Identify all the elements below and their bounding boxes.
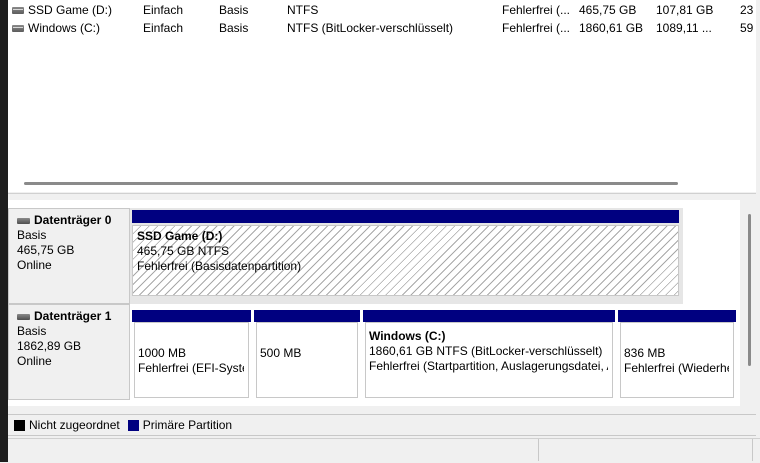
partition-type-bar bbox=[132, 310, 251, 322]
disk-0-partitions: SSD Game (D:) 465,75 GB NTFS Fehlerfrei … bbox=[130, 208, 683, 304]
disk-name: Datenträger 1 bbox=[34, 309, 112, 323]
partition-windows-c[interactable]: Windows (C:) 1860,61 GB NTFS (BitLocker-… bbox=[363, 310, 615, 398]
scrollbar-thumb[interactable] bbox=[24, 182, 678, 185]
disk-map: Datenträger 0 Basis 465,75 GB Online SSD… bbox=[8, 200, 740, 406]
legend-item-primary: Primäre Partition bbox=[127, 418, 233, 432]
volume-status: Fehlerfrei (... bbox=[502, 3, 571, 17]
legend: Nicht zugeordnet Primäre Partition bbox=[8, 414, 756, 436]
partition-size: 500 MB bbox=[260, 346, 302, 360]
partition-type-bar bbox=[363, 310, 615, 322]
partition-body[interactable]: SSD Game (D:) 465,75 GB NTFS Fehlerfrei … bbox=[132, 225, 679, 296]
partition-500mb[interactable]: 500 MB bbox=[254, 310, 360, 398]
partition-efi[interactable]: 1000 MB Fehlerfrei (EFI-Syster bbox=[132, 310, 251, 398]
disk-map-scrollbar[interactable] bbox=[744, 200, 756, 406]
legend-swatch bbox=[127, 419, 139, 431]
partition-title: SSD Game (D:) bbox=[137, 229, 223, 243]
status-bar bbox=[0, 438, 760, 463]
disk-icon bbox=[17, 217, 30, 224]
volume-type: Basis bbox=[219, 21, 249, 35]
partition-status: Fehlerfrei (Wiederhe bbox=[624, 361, 729, 375]
disk-size: 465,75 GB bbox=[17, 243, 75, 257]
disk-state: Online bbox=[17, 258, 52, 272]
partition-title: Windows (C:) bbox=[369, 329, 446, 343]
legend-item-unallocated: Nicht zugeordnet bbox=[14, 418, 120, 432]
pane-divider[interactable] bbox=[8, 193, 756, 194]
disk-size: 1862,89 GB bbox=[17, 339, 82, 353]
disk-type: Basis bbox=[17, 324, 47, 338]
legend-label: Nicht zugeordnet bbox=[29, 418, 120, 432]
volume-type: Basis bbox=[219, 3, 249, 17]
volume-list: SSD Game (D:) Einfach Basis NTFS Fehlerf… bbox=[8, 0, 756, 176]
volume-row[interactable]: SSD Game (D:) Einfach Basis NTFS Fehlerf… bbox=[8, 1, 756, 19]
partition-size: 465,75 GB NTFS bbox=[137, 244, 230, 258]
scrollbar-thumb[interactable] bbox=[748, 214, 751, 366]
partition-body: 836 MB Fehlerfrei (Wiederhe bbox=[620, 322, 734, 398]
volume-status: Fehlerfrei (... bbox=[502, 21, 571, 35]
partition-size: 1860,61 GB NTFS (BitLocker-verschlüsselt… bbox=[369, 344, 603, 358]
drive-icon bbox=[12, 7, 24, 14]
disk-type: Basis bbox=[17, 228, 47, 242]
volume-layout: Einfach bbox=[143, 21, 184, 35]
volume-name: SSD Game (D:) bbox=[28, 3, 113, 17]
volume-list-scrollbar[interactable] bbox=[8, 176, 756, 192]
partition-size: 1000 MB bbox=[138, 346, 187, 360]
volume-free-space: 107,81 GB bbox=[656, 3, 714, 17]
legend-swatch bbox=[14, 419, 25, 431]
disk-1-partitions: 1000 MB Fehlerfrei (EFI-Syster 500 MB Wi… bbox=[130, 304, 740, 400]
partition-body: 500 MB bbox=[256, 322, 358, 398]
disk-1-label[interactable]: Datenträger 1 Basis 1862,89 GB Online bbox=[8, 304, 130, 400]
partition-ssd-game-d[interactable]: SSD Game (D:) 465,75 GB NTFS Fehlerfrei … bbox=[132, 210, 679, 296]
partition-size: 836 MB bbox=[624, 346, 666, 360]
partition-type-bar bbox=[254, 310, 360, 322]
volume-name: Windows (C:) bbox=[28, 21, 101, 35]
volume-filesystem: NTFS (BitLocker-verschlüsselt) bbox=[287, 21, 454, 35]
partition-status: Fehlerfrei (EFI-Syster bbox=[138, 361, 244, 375]
partition-status: Fehlerfrei (Startpartition, Auslagerungs… bbox=[369, 359, 608, 373]
volume-filesystem: NTFS bbox=[287, 3, 319, 17]
legend-label: Primäre Partition bbox=[142, 418, 233, 432]
partition-body: 1000 MB Fehlerfrei (EFI-Syster bbox=[134, 322, 249, 398]
partition-recovery[interactable]: 836 MB Fehlerfrei (Wiederhe bbox=[618, 310, 736, 398]
partition-type-bar bbox=[618, 310, 736, 322]
status-pane bbox=[8, 439, 539, 461]
partition-body: Windows (C:) 1860,61 GB NTFS (BitLocker-… bbox=[365, 322, 613, 398]
volume-free-percent: 23 bbox=[740, 3, 754, 17]
volume-capacity: 1860,61 GB bbox=[579, 21, 644, 35]
disk-name: Datenträger 0 bbox=[34, 213, 112, 227]
volume-capacity: 465,75 GB bbox=[579, 3, 637, 17]
status-pane bbox=[540, 439, 753, 461]
volume-layout: Einfach bbox=[143, 3, 184, 17]
partition-status: Fehlerfrei (Basisdatenpartition) bbox=[137, 259, 302, 273]
partition-type-bar bbox=[132, 210, 679, 223]
volume-free-space: 1089,11 ... bbox=[656, 21, 712, 35]
drive-icon bbox=[12, 25, 24, 32]
volume-row[interactable]: Windows (C:) Einfach Basis NTFS (BitLock… bbox=[8, 19, 756, 37]
volume-free-percent: 59 bbox=[740, 21, 754, 35]
disk-state: Online bbox=[17, 354, 52, 368]
disk-0-label[interactable]: Datenträger 0 Basis 465,75 GB Online bbox=[8, 208, 130, 304]
disk-icon bbox=[17, 313, 30, 320]
